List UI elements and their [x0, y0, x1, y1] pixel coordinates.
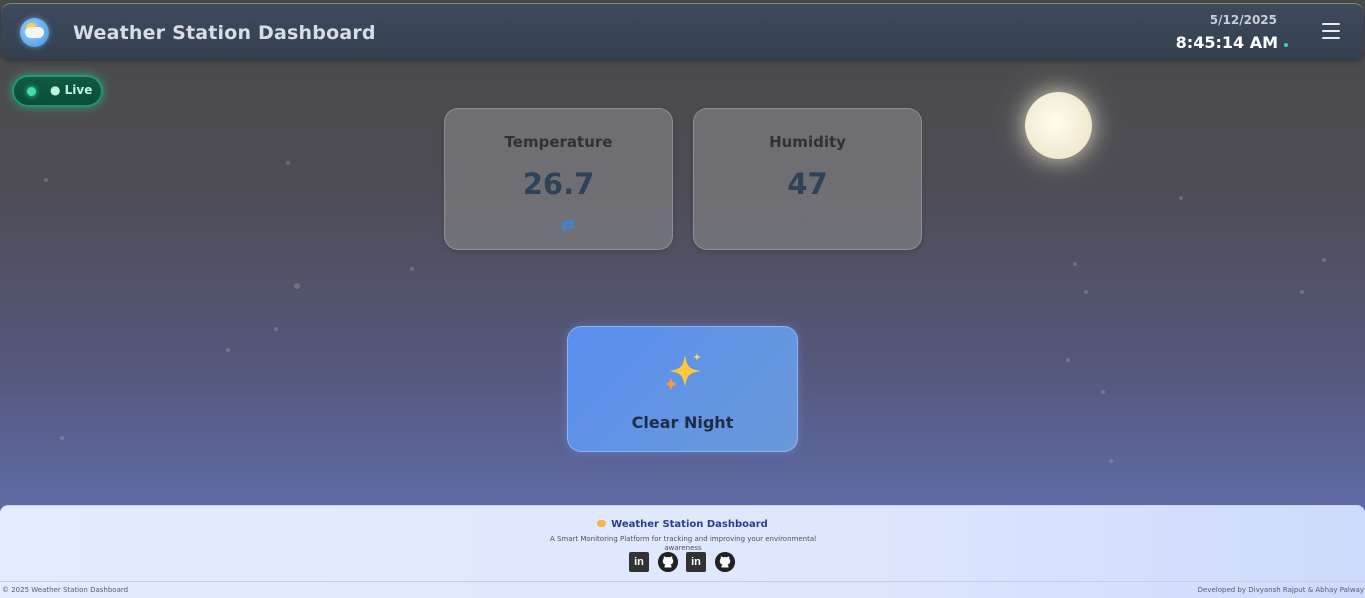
star-decoration [60, 436, 64, 440]
humidity-unit: % [802, 215, 813, 228]
star-decoration [1322, 258, 1326, 262]
page-footer: Weather Station Dashboard A Smart Monito… [0, 505, 1365, 598]
copyright-text: © 2025 Weather Station Dashboard [2, 586, 129, 594]
current-date: 5/12/2025 [1209, 13, 1277, 27]
card-title: Humidity [769, 133, 846, 151]
developer-credits: Developed by Divyansh Rajput & Abhay Pal… [1197, 586, 1364, 594]
github-icon[interactable] [715, 552, 735, 572]
footer-title: Weather Station Dashboard [611, 519, 768, 530]
app-title: Weather Station Dashboard [73, 22, 376, 44]
star-decoration [274, 327, 278, 331]
temperature-unit-row: °C ⇄ [445, 215, 672, 234]
card-title: Temperature [504, 133, 613, 151]
cloud-sun-icon [597, 520, 607, 527]
live-status-badge: ● Live [12, 75, 103, 107]
temperature-value: 26.7 [522, 167, 595, 201]
star-decoration [1179, 196, 1183, 200]
moon-icon [1025, 92, 1092, 159]
star-decoration [226, 348, 230, 352]
linkedin-icon[interactable]: in [629, 552, 649, 572]
star-decoration [410, 267, 414, 271]
star-decoration [1109, 459, 1113, 463]
star-decoration [44, 178, 48, 182]
live-label: ● Live [50, 83, 93, 97]
linkedin-icon[interactable]: in [686, 552, 706, 572]
cloud-sun-icon [20, 18, 49, 47]
current-time: 8:45:14 AM [1175, 33, 1278, 52]
star-decoration [286, 161, 290, 165]
star-decoration [294, 283, 300, 289]
app-header: Weather Station Dashboard 5/12/2025 8:45… [1, 3, 1364, 59]
humidity-card: Humidity 47 % [693, 108, 922, 250]
condition-label: Clear Night [631, 413, 734, 432]
star-decoration [1300, 290, 1304, 294]
footer-divider [0, 581, 1365, 582]
swap-arrows-icon[interactable]: ⇄ [561, 215, 574, 234]
star-decoration [1066, 358, 1070, 362]
temperature-unit: °C [542, 219, 556, 232]
hamburger-menu-icon[interactable] [1322, 23, 1340, 39]
temperature-card: Temperature 26.7 °C ⇄ [444, 108, 673, 250]
live-indicator-icon [27, 87, 36, 96]
humidity-value: 47 [787, 167, 828, 201]
star-decoration [1084, 290, 1088, 294]
github-icon[interactable] [658, 552, 678, 572]
star-decoration [1073, 262, 1077, 266]
sparkles-icon [665, 353, 701, 391]
star-decoration [1101, 390, 1105, 394]
weather-condition-card: Clear Night [567, 326, 798, 452]
time-status-dot [1284, 43, 1288, 47]
footer-title-row: Weather Station Dashboard [0, 519, 1365, 530]
footer-subtitle: A Smart Monitoring Platform for tracking… [549, 535, 817, 552]
